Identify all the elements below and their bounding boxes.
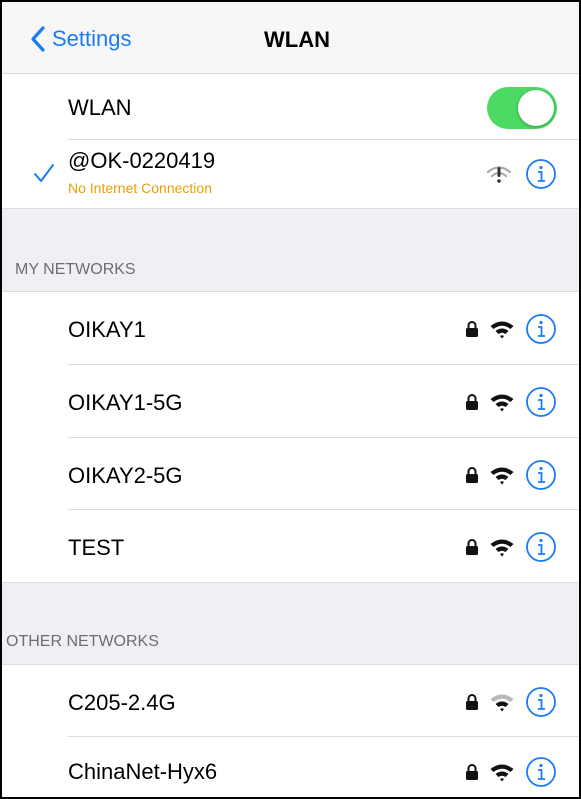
chevron-left-icon	[31, 26, 45, 52]
info-icon[interactable]	[525, 459, 557, 491]
other-networks-header: OTHER NETWORKS	[6, 633, 159, 650]
network-row[interactable]: ChinaNet-Hyx6	[2, 737, 579, 797]
connected-network-name: @OK-0220419	[68, 148, 216, 173]
lock-icon	[466, 539, 478, 555]
lock-icon	[466, 694, 478, 710]
other-networks-section-header: OTHER NETWORKS	[2, 582, 579, 665]
connection-status: No Internet Connection	[68, 180, 212, 196]
network-name: TEST	[68, 535, 125, 560]
network-name: OIKAY1-5G	[68, 390, 183, 415]
lock-icon	[466, 467, 478, 483]
lock-icon	[466, 321, 478, 337]
wlan-label: WLAN	[68, 95, 132, 120]
network-row[interactable]: C205-2.4G	[2, 665, 579, 737]
wlan-toggle-row: WLAN	[2, 74, 579, 140]
my-networks-section-header: MY NETWORKS	[2, 208, 579, 292]
network-row[interactable]: TEST	[2, 510, 579, 582]
network-name: OIKAY2-5G	[68, 463, 183, 488]
wifi-icon	[490, 764, 514, 782]
info-icon[interactable]	[525, 686, 557, 718]
info-icon[interactable]	[525, 531, 557, 563]
network-name: C205-2.4G	[68, 690, 176, 715]
wifi-icon	[490, 394, 514, 412]
network-icons	[465, 313, 557, 345]
wifi-icon	[490, 467, 514, 485]
back-button[interactable]: Settings	[30, 24, 132, 54]
info-icon[interactable]	[525, 756, 557, 788]
wlan-toggle-switch[interactable]	[487, 87, 557, 129]
network-icons	[465, 756, 557, 788]
wifi-icon	[490, 694, 514, 712]
page-title: WLAN	[264, 27, 330, 52]
wifi-exclamation-icon	[486, 166, 512, 183]
network-row[interactable]: OIKAY2-5G	[2, 438, 579, 510]
wifi-icon	[490, 539, 514, 557]
network-row[interactable]: OIKAY1-5G	[2, 365, 579, 438]
network-row[interactable]: OIKAY1	[2, 292, 579, 365]
wifi-icon	[490, 321, 514, 339]
network-icons	[465, 386, 557, 418]
info-icon[interactable]	[525, 386, 557, 418]
network-name: OIKAY1	[68, 317, 146, 342]
navigation-bar: Settings WLAN	[2, 2, 579, 74]
network-icons	[465, 686, 557, 718]
toggle-knob	[518, 90, 554, 126]
connected-network-icons	[485, 158, 557, 190]
back-label: Settings	[52, 26, 132, 51]
connected-network-row[interactable]: @OK-0220419 No Internet Connection	[2, 140, 579, 208]
network-name: ChinaNet-Hyx6	[68, 759, 218, 784]
lock-icon	[466, 394, 478, 410]
info-icon[interactable]	[525, 313, 557, 345]
lock-icon	[466, 764, 478, 780]
info-icon[interactable]	[525, 158, 557, 190]
checkmark-icon	[34, 164, 54, 182]
network-icons	[465, 459, 557, 491]
network-icons	[465, 531, 557, 563]
wlan-settings-screen: Settings WLAN WLAN @OK-0220419 No Intern…	[0, 0, 581, 799]
my-networks-header: MY NETWORKS	[15, 261, 136, 278]
